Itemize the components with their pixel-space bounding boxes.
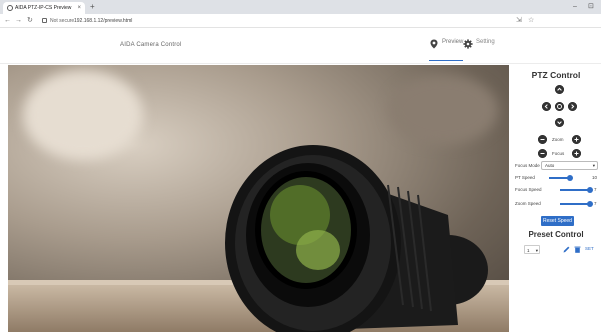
zoom-speed-value: 7 <box>594 201 597 206</box>
focus-speed-value: 7 <box>594 187 597 192</box>
preset-control-title: Preset Control <box>528 230 584 239</box>
chevron-up-icon <box>555 85 564 94</box>
camera-video-feed[interactable] <box>8 65 509 332</box>
focus-mode-select[interactable]: Auto ▾ <box>541 161 598 170</box>
browser-tab-bar: AIDA PTZ-IP-CS Preview × + – ⊡ <box>0 0 601 14</box>
trash-icon[interactable] <box>573 245 582 254</box>
ptz-home-button[interactable] <box>555 102 564 111</box>
minimize-window-button[interactable]: – <box>573 2 577 12</box>
tilt-down-button[interactable] <box>555 118 564 127</box>
zoom-speed-slider[interactable] <box>560 201 593 207</box>
url-field[interactable]: 192.168.1.12/preview.html <box>74 15 132 27</box>
security-label[interactable]: Not secure <box>50 15 74 27</box>
home-icon <box>555 102 564 111</box>
back-arrow-icon[interactable]: ← <box>4 15 11 27</box>
restore-window-button[interactable]: ⊡ <box>588 2 594 12</box>
tilt-up-button[interactable] <box>555 85 564 94</box>
slider-handle[interactable] <box>587 201 593 207</box>
ptz-title: PTZ Control <box>531 70 581 80</box>
plus-icon <box>572 135 581 144</box>
reload-icon[interactable]: ↻ <box>27 15 33 27</box>
chevron-left-icon <box>542 102 551 111</box>
pt-speed-label: PT Speed <box>515 175 535 180</box>
minus-icon <box>538 149 547 158</box>
focus-mode-value: Auto <box>545 163 555 168</box>
chevron-right-icon <box>568 102 577 111</box>
plus-icon <box>572 149 581 158</box>
zoom-label: Zoom <box>552 137 564 142</box>
focus-near-button[interactable] <box>538 149 547 158</box>
location-pin-icon <box>430 39 438 49</box>
tab-setting[interactable]: Setting <box>463 39 495 61</box>
chevron-down-icon: ▾ <box>535 248 538 253</box>
new-tab-button[interactable]: + <box>90 2 95 12</box>
close-tab-icon[interactable]: × <box>77 2 81 14</box>
browser-tab-title: AIDA PTZ-IP-CS Preview <box>15 5 72 11</box>
zoom-out-button[interactable] <box>538 135 547 144</box>
forward-arrow-icon[interactable]: → <box>15 15 22 27</box>
zoom-in-button[interactable] <box>572 135 581 144</box>
slider-handle[interactable] <box>587 187 593 193</box>
bookmark-star-icon[interactable]: ☆ <box>528 15 534 27</box>
browser-address-bar: ← → ↻ Not secure 192.168.1.12/preview.ht… <box>0 14 601 28</box>
pan-right-button[interactable] <box>568 102 577 111</box>
tab-preview[interactable]: Preview <box>429 39 464 61</box>
ptz-control-panel: PTZ Control Zoom Focus Focus Mode Auto ▾… <box>511 65 601 332</box>
pan-left-button[interactable] <box>542 102 551 111</box>
chevron-down-icon <box>555 118 564 127</box>
share-icon[interactable]: ⇲ <box>516 15 522 27</box>
chevron-down-icon: ▾ <box>592 163 595 168</box>
tab-preview-label: Preview <box>442 39 464 45</box>
minus-icon <box>538 135 547 144</box>
focus-speed-slider[interactable] <box>560 187 593 193</box>
app-header: AIDA Camera Control Preview Setting <box>0 29 601 64</box>
preset-select[interactable]: 1 ▾ <box>524 245 540 254</box>
gear-icon <box>463 39 473 49</box>
pt-speed-slider[interactable] <box>549 175 573 181</box>
pt-speed-value: 10 <box>592 175 598 180</box>
focus-speed-label: Focus Speed <box>515 187 542 192</box>
set-preset-button[interactable]: SET <box>585 246 594 251</box>
browser-tab[interactable]: AIDA PTZ-IP-CS Preview × <box>3 2 85 14</box>
tab-setting-label: Setting <box>476 39 495 45</box>
slider-handle[interactable] <box>567 175 573 181</box>
camera-lens-image <box>225 145 488 332</box>
globe-icon <box>7 5 13 11</box>
focus-far-button[interactable] <box>572 149 581 158</box>
app-title: AIDA Camera Control <box>120 42 182 48</box>
preset-value: 1 <box>527 248 530 253</box>
edit-pencil-icon[interactable] <box>562 245 571 254</box>
focus-mode-label: Focus Mode <box>515 163 540 168</box>
zoom-speed-label: Zoom Speed <box>515 201 541 206</box>
reset-speed-button[interactable]: Reset Speed <box>541 216 574 226</box>
focus-label: Focus <box>552 151 565 156</box>
warning-icon[interactable] <box>42 18 47 23</box>
